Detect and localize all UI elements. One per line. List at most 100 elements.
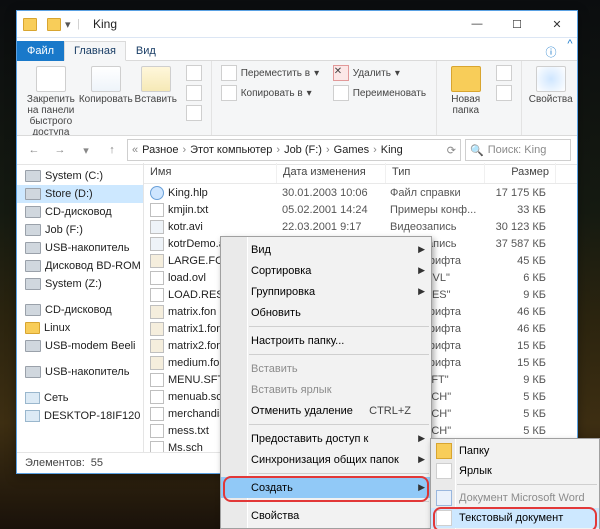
nav-item[interactable]: DESKTOP-18IF120 (17, 407, 143, 425)
file-icon (150, 237, 164, 251)
ctx-item[interactable]: Настроить папку... (221, 330, 431, 351)
column-headers[interactable]: Имя Дата изменения Тип Размер (144, 163, 577, 184)
nav-item[interactable]: CD-дисковод (17, 203, 143, 221)
refresh-icon[interactable]: ⟳ (447, 144, 456, 157)
submenu-item[interactable]: Папку (431, 441, 599, 461)
nav-recent-button[interactable]: ▾ (75, 139, 97, 161)
nav-item[interactable]: System (Z:) (17, 275, 143, 293)
newitem-button[interactable] (493, 64, 515, 82)
file-icon (150, 288, 164, 302)
tab-home[interactable]: Главная (64, 41, 126, 61)
close-button[interactable]: ✕ (537, 11, 577, 37)
title-bar[interactable]: ▾ | King — ☐ ✕ (17, 11, 577, 38)
disk-icon (25, 278, 41, 290)
nav-item[interactable]: USB-накопитель (17, 239, 143, 257)
nav-item[interactable]: Linux (17, 319, 143, 337)
copy-to-button[interactable]: Копировать в ▾ (218, 84, 326, 102)
pin-icon (36, 66, 66, 92)
nav-forward-button[interactable]: → (49, 139, 71, 161)
properties-button[interactable]: Свойства (528, 64, 574, 105)
address-bar-row: ← → ▾ ↑ « Разное› Этот компьютер› Job (F… (17, 136, 577, 165)
ctx-item[interactable]: Свойства (221, 505, 431, 526)
txt-icon (436, 510, 452, 526)
ctx-item[interactable]: Отменить удалениеCTRL+Z (221, 400, 431, 421)
new-folder-button[interactable]: Новая папка (443, 64, 489, 116)
tab-file[interactable]: Файл (17, 41, 64, 61)
pin-quickaccess-button[interactable]: Закрепить на панели быстрого доступа (23, 64, 79, 136)
ribbon-collapse-icon[interactable]: ^ (563, 38, 577, 50)
address-bar[interactable]: « Разное› Этот компьютер› Job (F:)› Game… (127, 139, 461, 161)
crumb[interactable]: Разное (142, 144, 178, 156)
ribbon: Закрепить на панели быстрого доступа Коп… (17, 61, 577, 136)
copypath-button[interactable] (183, 84, 205, 102)
window-title: King (93, 17, 117, 31)
file-icon (150, 373, 164, 387)
create-submenu[interactable]: ПапкуЯрлык Документ Microsoft WordТекстов… (430, 438, 600, 529)
ctx-item[interactable]: Обновить (221, 302, 431, 323)
file-icon (150, 220, 164, 234)
col-size[interactable]: Размер (485, 163, 556, 183)
crumb[interactable]: Games (334, 144, 369, 156)
nav-up-button[interactable]: ↑ (101, 139, 123, 161)
nav-item[interactable]: CD-дисковод (17, 301, 143, 319)
cut-button[interactable] (183, 64, 205, 82)
ctx-item[interactable]: Группировка▶ (221, 281, 431, 302)
ctx-item[interactable]: Сортировка▶ (221, 260, 431, 281)
crumb[interactable]: King (381, 144, 403, 156)
search-input[interactable]: 🔍 Поиск: King (465, 139, 571, 161)
file-icon (150, 339, 164, 353)
file-icon (150, 322, 164, 336)
paste-button[interactable]: Вставить (133, 64, 179, 105)
table-row[interactable]: kmjin.txt05.02.2001 14:24Примеры конф...… (144, 201, 577, 218)
ctx-item[interactable]: Предоставить доступ к▶ (221, 428, 431, 449)
ctx-item[interactable]: Создать▶ (221, 477, 431, 498)
nav-item[interactable]: USB-накопитель (17, 363, 143, 381)
title-separator-icon: | (77, 18, 89, 30)
chevron-right-icon: ▶ (418, 244, 425, 255)
chevron-right-icon: ▶ (418, 454, 425, 465)
crumb[interactable]: Этот компьютер (190, 144, 272, 156)
context-menu[interactable]: Вид▶Сортировка▶Группировка▶Обновить Настр… (220, 236, 432, 529)
pasteshortcut-button[interactable] (183, 104, 205, 122)
nav-item[interactable]: Сеть (17, 389, 143, 407)
copy-button[interactable]: Копировать (83, 64, 129, 105)
nav-item[interactable]: USB-modem Beeli (17, 337, 143, 355)
chevron-right-icon: ▶ (418, 482, 425, 493)
submenu-item[interactable]: Ярлык (431, 461, 599, 481)
rename-button[interactable]: Переименовать (330, 84, 430, 102)
search-placeholder: Поиск: King (488, 144, 547, 156)
copyto-icon (221, 85, 237, 101)
ctx-item: Вставить (221, 358, 431, 379)
submenu-item: Документ Microsoft Word (431, 488, 599, 508)
fold-icon (25, 322, 40, 334)
newfolder-icon (451, 66, 481, 92)
nav-item[interactable]: Job (F:) (17, 221, 143, 239)
table-row[interactable]: kotr.avi22.03.2001 9:17Видеозапись30 123… (144, 218, 577, 235)
delete-button[interactable]: ✕Удалить ▾ (330, 64, 430, 82)
col-date[interactable]: Дата изменения (277, 163, 386, 183)
nav-item[interactable]: Дисковод BD-ROM (17, 257, 143, 275)
table-row[interactable]: King.hlp30.01.2003 10:06Файл справки17 1… (144, 184, 577, 201)
nav-item[interactable]: System (C:) (17, 167, 143, 185)
col-type[interactable]: Тип (386, 163, 485, 183)
col-name[interactable]: Имя (144, 163, 277, 183)
chevron-right-icon: ▶ (418, 286, 425, 297)
ctx-item[interactable]: Вид▶ (221, 239, 431, 260)
move-to-button[interactable]: Переместить в ▾ (218, 64, 326, 82)
minimize-button[interactable]: — (457, 11, 497, 37)
maximize-button[interactable]: ☐ (497, 11, 537, 37)
file-icon (150, 356, 164, 370)
ribbon-help-icon[interactable]: ⓘ (539, 44, 563, 60)
nav-back-button[interactable]: ← (23, 139, 45, 161)
tab-view[interactable]: Вид (126, 41, 166, 61)
disk-icon (25, 170, 41, 182)
ctx-item[interactable]: Синхронизация общих папок▶ (221, 449, 431, 470)
disk-icon (25, 304, 41, 316)
qat-dropdown-icon[interactable]: ▾ (65, 18, 77, 31)
nav-item[interactable]: Store (D:) (17, 185, 143, 203)
file-icon (150, 271, 164, 285)
crumb[interactable]: Job (F:) (284, 144, 322, 156)
easyaccess-button[interactable] (493, 84, 515, 102)
navigation-tree[interactable]: System (C:)Store (D:)CD-дисководJob (F:)… (17, 163, 144, 453)
submenu-item[interactable]: Текстовый документ (431, 508, 599, 528)
